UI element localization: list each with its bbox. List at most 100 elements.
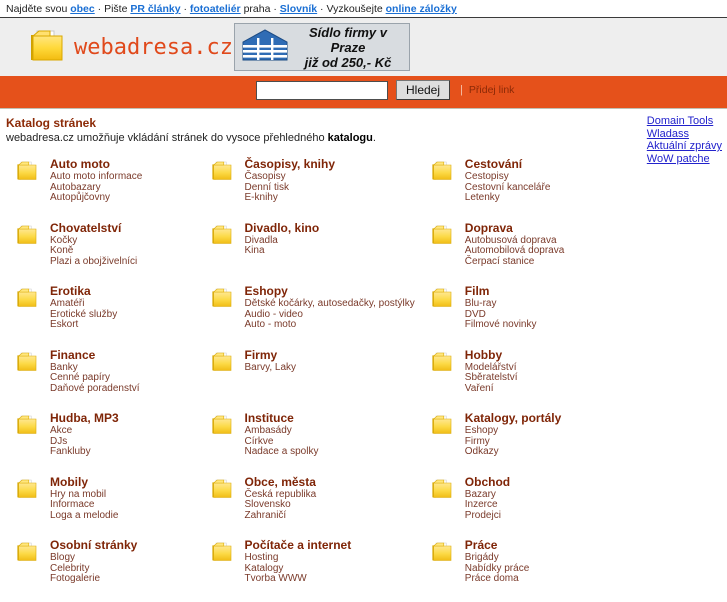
category-sublink-0[interactable]: Brigády xyxy=(465,552,529,564)
category-sublink-2[interactable]: Filmové novinky xyxy=(465,319,537,331)
category-body: Film Blu-ray DVD Filmové novinky xyxy=(459,284,537,331)
category-sublink-0[interactable]: Blogy xyxy=(50,552,137,564)
category-sublink-1[interactable]: Sběratelství xyxy=(465,372,518,384)
side-link-3[interactable]: WoW patche xyxy=(647,153,722,166)
category-title[interactable]: Hobby xyxy=(465,348,518,362)
category-cell: Doprava Autobusová doprava Automobilová do… xyxy=(415,221,610,285)
category-sublink-0[interactable]: Barvy, Laky xyxy=(245,362,297,374)
category-sublink-2[interactable]: Nadace a spolky xyxy=(245,446,319,458)
category-cell: Obchod Bazary Inzerce Prodejci xyxy=(415,475,610,539)
category-title[interactable]: Divadlo, kino xyxy=(245,221,320,235)
topbar-link-12[interactable]: online záložky xyxy=(386,3,457,15)
category-title[interactable]: Instituce xyxy=(245,411,319,425)
search-button[interactable]: Hledej xyxy=(396,80,451,100)
category-title[interactable]: Cestování xyxy=(465,157,551,171)
category-sublinks: Blogy Celebrity Fotogalerie xyxy=(50,552,137,585)
category-asopisy-knihy: Časopisy, knihy Časopisy Denní tisk E-knihy xyxy=(195,157,415,204)
category-sublink-2[interactable]: Vaření xyxy=(465,383,518,395)
category-title[interactable]: Firmy xyxy=(245,348,297,362)
category-sublink-2[interactable]: Prodejci xyxy=(465,510,510,522)
topbar-link-6[interactable]: fotoateliér xyxy=(190,3,241,15)
topbar-link-4[interactable]: PR články xyxy=(130,3,180,15)
ad-banner[interactable]: Sídlo firmy v Praze již od 250,- Kč xyxy=(234,23,410,71)
side-link-2[interactable]: Aktuální zprávy xyxy=(647,140,722,153)
category-sublink-2[interactable]: Letenky xyxy=(465,192,551,204)
category-body: Mobily Hry na mobil Informace Loga a melodi… xyxy=(44,475,118,522)
category-title[interactable]: Osobní stránky xyxy=(50,538,137,552)
category-sublink-2[interactable]: Čerpací stanice xyxy=(465,256,565,268)
category-sublink-0[interactable]: Ambasády xyxy=(245,425,319,437)
category-title[interactable]: Časopisy, knihy xyxy=(245,157,335,171)
category-title[interactable]: Doprava xyxy=(465,221,565,235)
category-sublink-1[interactable]: Celebrity xyxy=(50,563,137,575)
category-sublink-2[interactable]: Tvorba WWW xyxy=(245,573,352,585)
category-sublink-2[interactable]: Práce doma xyxy=(465,573,529,585)
category-sublink-1[interactable]: Koně xyxy=(50,245,137,257)
search-input[interactable] xyxy=(256,80,388,100)
intro-block: Katalog stránek webadresa.cz umožňuje vk… xyxy=(0,109,727,144)
category-row: Chovatelství Kočky Koně Plazi a obojživelní… xyxy=(0,221,610,285)
category-title[interactable]: Obce, města xyxy=(245,475,317,489)
category-title[interactable]: Mobily xyxy=(50,475,118,489)
category-sublink-2[interactable]: Odkazy xyxy=(465,446,561,458)
page-title: Katalog stránek xyxy=(6,116,97,130)
category-title[interactable]: Práce xyxy=(465,538,529,552)
category-sublinks: Cestopisy Cestovní kanceláře Letenky xyxy=(465,171,551,204)
category-sublink-2[interactable]: Plazi a obojživelníci xyxy=(50,256,137,268)
category-sublink-0[interactable]: Blu-ray xyxy=(465,298,537,310)
category-sublink-2[interactable]: Eskort xyxy=(50,319,117,331)
category-sublink-0[interactable]: Amatéři xyxy=(50,298,117,310)
add-link-button[interactable]: Přidej link xyxy=(469,84,515,96)
category-title[interactable]: Finance xyxy=(50,348,140,362)
folder-icon xyxy=(415,475,459,504)
category-title[interactable]: Eshopy xyxy=(245,284,415,298)
category-sublink-0[interactable]: Akce xyxy=(50,425,119,437)
category-sublink-1[interactable]: Nabídky práce xyxy=(465,563,529,575)
category-sublinks: Akce DJs Fankluby xyxy=(50,425,119,458)
category-cell: Film Blu-ray DVD Filmové novinky xyxy=(415,284,610,348)
category-sublinks: Eshopy Firmy Odkazy xyxy=(465,425,561,458)
category-sublink-1[interactable]: Automobilová doprava xyxy=(465,245,565,257)
category-title[interactable]: Počítače a internet xyxy=(245,538,352,552)
topbar-link-1[interactable]: obec xyxy=(70,3,95,15)
category-cell: Chovatelství Kočky Koně Plazi a obojživelní… xyxy=(0,221,195,285)
side-link-0[interactable]: Domain Tools xyxy=(647,115,722,128)
side-link-1[interactable]: Wladass xyxy=(647,128,722,141)
category-sublink-2[interactable]: Fotogalerie xyxy=(50,573,137,585)
folder-icon xyxy=(415,348,459,377)
category-title[interactable]: Chovatelství xyxy=(50,221,137,235)
category-sublink-2[interactable]: E-knihy xyxy=(245,192,335,204)
category-sublink-2[interactable]: Daňové poradenství xyxy=(50,383,140,395)
category-body: Auto moto Auto moto informace Autobazary Au… xyxy=(44,157,142,204)
site-logo[interactable]: webadresa.cz xyxy=(26,20,233,74)
folder-icon xyxy=(26,26,68,69)
category-title[interactable]: Auto moto xyxy=(50,157,142,171)
category-sublink-2[interactable]: Zahraničí xyxy=(245,510,317,522)
topbar-text-0: Najděte svou xyxy=(6,3,71,15)
category-sublink-1[interactable]: Inzerce xyxy=(465,499,510,511)
category-sublink-1[interactable]: Slovensko xyxy=(245,499,317,511)
category-sublink-1[interactable]: Cenné papíry xyxy=(50,372,140,384)
category-sublink-0[interactable]: Cestopisy xyxy=(465,171,551,183)
category-hobby: Hobby Modelářství Sběratelství Vaření xyxy=(415,348,610,395)
category-sublink-2[interactable]: Auto - moto xyxy=(245,319,415,331)
category-sublink-2[interactable]: Fankluby xyxy=(50,446,119,458)
category-sublink-2[interactable]: Loga a melodie xyxy=(50,510,118,522)
category-sublink-1[interactable]: Kina xyxy=(245,245,320,257)
category-title[interactable]: Hudba, MP3 xyxy=(50,411,119,425)
category-sublink-0[interactable]: Hosting xyxy=(245,552,352,564)
category-sublink-1[interactable]: Katalogy xyxy=(245,563,352,575)
category-sublink-1[interactable]: Informace xyxy=(50,499,118,511)
category-sublink-0[interactable]: Auto moto informace xyxy=(50,171,142,183)
intro-text: webadresa.cz umožňuje vkládání stránek d… xyxy=(6,132,727,144)
topbar-link-9[interactable]: Slovník xyxy=(280,3,317,15)
category-sublink-2[interactable]: Autopůjčovny xyxy=(50,192,142,204)
category-sublink-0[interactable]: Dětské kočárky, autosedačky, postýlky xyxy=(245,298,415,310)
category-title[interactable]: Katalogy, portály xyxy=(465,411,561,425)
category-title[interactable]: Erotika xyxy=(50,284,117,298)
category-title[interactable]: Obchod xyxy=(465,475,510,489)
category-sublink-0[interactable]: Eshopy xyxy=(465,425,561,437)
category-title[interactable]: Film xyxy=(465,284,537,298)
category-row: Erotika Amatéři Erotické služby Eskort Eshop… xyxy=(0,284,610,348)
category-sublink-0[interactable]: Časopisy xyxy=(245,171,335,183)
